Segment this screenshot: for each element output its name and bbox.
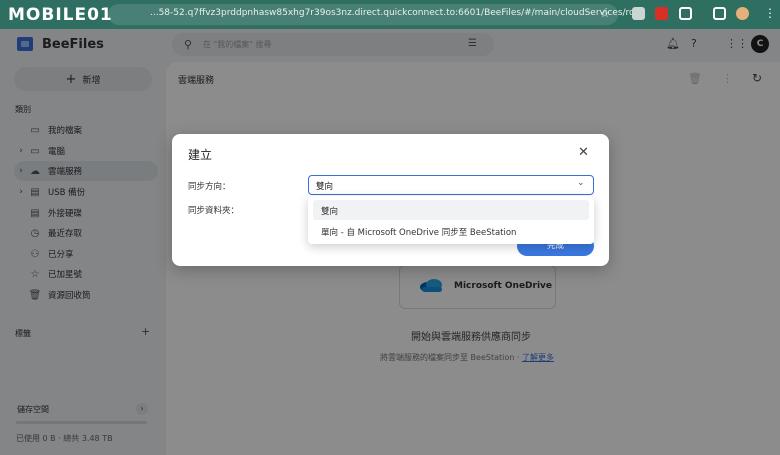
pdf-extension-icon[interactable] — [655, 7, 668, 20]
dialog-title: 建立 — [188, 148, 213, 162]
browser-menu-icon[interactable]: ⋮ — [764, 6, 776, 20]
profile-avatar-icon[interactable] — [736, 7, 749, 20]
sidebar-toggle-icon[interactable] — [713, 7, 726, 20]
puzzle-extension-icon[interactable] — [679, 7, 692, 20]
sync-direction-label: 同步方向： — [188, 182, 231, 192]
chevron-down-icon[interactable]: ⌄ — [577, 178, 585, 188]
sync-direction-value: 雙向 — [316, 182, 334, 192]
dropdown-option-two-way[interactable] — [313, 200, 589, 220]
extension-icon[interactable] — [632, 7, 645, 20]
bookmark-star-icon[interactable]: ☆ — [600, 7, 610, 20]
sync-direction-select[interactable] — [308, 175, 594, 195]
watermark-logo: MOBILE01 — [8, 5, 113, 25]
dropdown-option-label: 雙向 — [321, 207, 339, 217]
sync-folder-label: 同步資料夾： — [188, 206, 240, 216]
url-text[interactable]: ...58-52.q7ffvz3prddpnhasw85xhg7r39os3nz… — [150, 8, 644, 18]
dropdown-option-label: 單向 - 自 Microsoft OneDrive 同步至 BeeStation — [321, 228, 517, 238]
close-icon[interactable]: ✕ — [578, 145, 589, 160]
